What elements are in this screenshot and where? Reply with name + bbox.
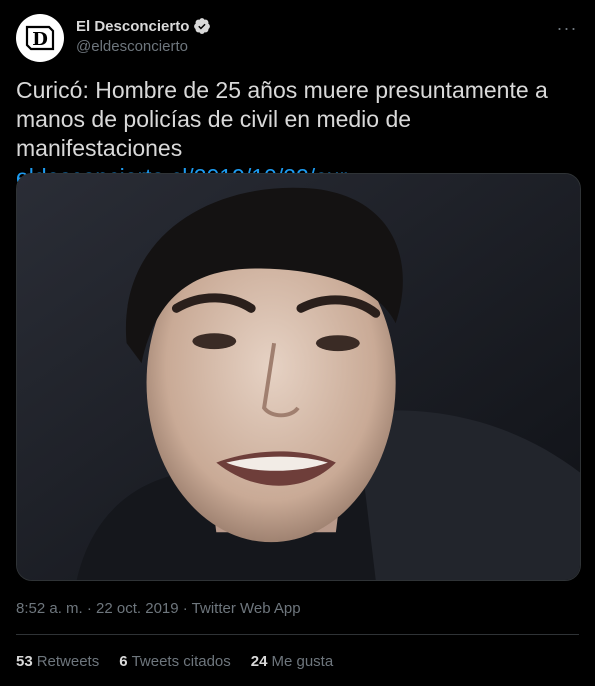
display-name[interactable]: El Desconcierto bbox=[76, 18, 189, 35]
likes-label: Me gusta bbox=[271, 653, 334, 670]
tweet-stats: 53 Retweets 6 Tweets citados 24 Me gusta bbox=[16, 653, 333, 670]
likes-stat[interactable]: 24 Me gusta bbox=[251, 653, 333, 670]
portrait-photo-icon bbox=[17, 174, 580, 580]
tweet-header: D El Desconcierto @eldesconcierto ··· bbox=[16, 12, 579, 62]
more-options-icon[interactable]: ··· bbox=[555, 18, 579, 38]
quotes-label: Tweets citados bbox=[131, 653, 231, 670]
avatar[interactable]: D bbox=[16, 14, 64, 62]
handle[interactable]: @eldesconcierto bbox=[76, 38, 211, 55]
svg-text:D: D bbox=[32, 29, 48, 50]
verified-badge-icon bbox=[194, 18, 211, 34]
retweets-stat[interactable]: 53 Retweets bbox=[16, 653, 99, 670]
eldesconcierto-logo-icon: D bbox=[25, 25, 55, 51]
author-names: El Desconcierto @eldesconcierto bbox=[76, 16, 211, 55]
likes-count: 24 bbox=[250, 653, 268, 670]
quotes-stat[interactable]: 6 Tweets citados bbox=[119, 653, 231, 670]
tweet-photo[interactable] bbox=[16, 173, 581, 581]
tweet: D El Desconcierto @eldesconcierto ··· Cu… bbox=[0, 0, 595, 686]
quotes-count: 6 bbox=[119, 653, 128, 670]
tweet-timestamp[interactable]: 8:52 a. m. · 22 oct. 2019 · Twitter Web … bbox=[16, 600, 301, 617]
divider bbox=[16, 634, 579, 635]
tweet-body: Curicó: Hombre de 25 años muere presunta… bbox=[16, 77, 548, 161]
retweets-count: 53 bbox=[16, 653, 33, 670]
retweets-label: Retweets bbox=[36, 653, 100, 670]
